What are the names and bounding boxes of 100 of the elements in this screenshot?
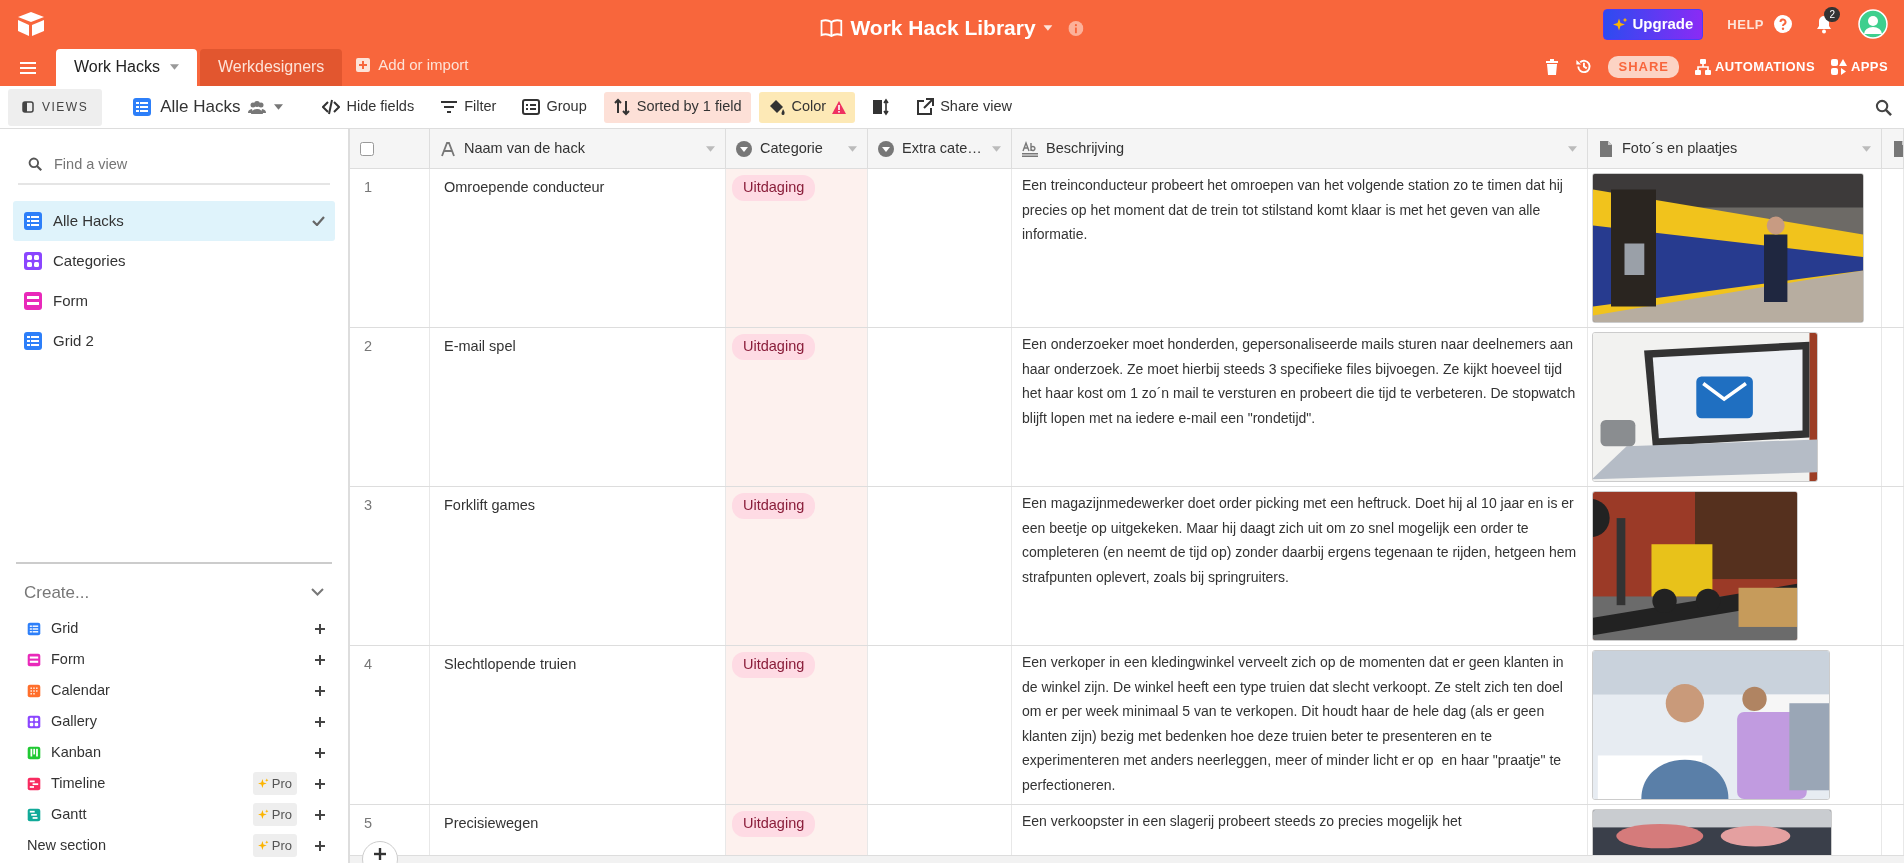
create-item[interactable]: Kanban [0,737,348,768]
checkbox[interactable] [360,141,374,156]
upgrade-button[interactable]: Upgrade [1603,9,1704,40]
column-header[interactable]: Naam van de hack [464,138,585,160]
sort-icon [612,98,631,117]
history-icon[interactable] [1574,58,1593,76]
column-header[interactable]: Extra cate… [902,138,982,160]
avatar-icon[interactable] [1858,9,1888,40]
create-item[interactable]: Grid [0,613,348,644]
file-icon [1598,140,1614,157]
table-tab[interactable]: Work Hacks [56,48,197,86]
plus-icon[interactable] [315,840,325,851]
caret-icon [1862,145,1871,152]
pro-label: Pro [271,774,292,793]
category-tag: Uitdaging [732,493,816,520]
long-text-icon [1022,140,1038,157]
caret-icon [1568,145,1577,152]
category-tag: Uitdaging [732,334,816,361]
create-item[interactable]: Timeline Pro [0,768,348,799]
create-label: Form [51,649,85,669]
caret-icon [706,145,715,152]
create-item[interactable]: Gallery [0,706,348,737]
description-text: Een onderzoeker moet honderden, gepersonaliseerde mails sturen naar deelnemers aan haar onderzoek. Ze moet hierbij steeds 3 specifieke files bijvoegen. Ze kijkt hoeveel tijd het haar kost om 1 zo´n mail te versturen en probeert die tijd te verbeteren. De stopwatch blijft lopen met na iedere e-mail een "rondetijd". [1022,336,1577,426]
sparkle-icon [257,778,269,789]
chevron-down-icon[interactable] [311,588,324,597]
sparkle-icon [257,809,269,820]
category-tag: Uitdaging [732,652,816,679]
plus-icon[interactable] [315,716,325,727]
row-number: 3 [364,497,373,514]
sparkle-icon [257,840,269,851]
plus-icon[interactable] [315,654,325,665]
create-label: Gallery [51,711,97,731]
column-header[interactable]: Beschrijving [1046,138,1125,160]
menu-icon[interactable] [20,61,36,74]
view-item[interactable]: Categories [13,241,335,282]
table-cell: Slechtlopende truien [444,656,577,673]
column-header[interactable]: Categorie [760,138,823,160]
grid-icon [23,331,43,352]
column-header[interactable]: Foto´s en plaatjes [1622,138,1738,160]
share-view-button[interactable]: Share view [907,91,1021,123]
filter-button[interactable]: Filter [431,91,506,123]
row-number: 1 [364,179,373,196]
plus-icon[interactable] [315,809,325,820]
row-height-icon [872,98,891,117]
search-icon [28,157,42,172]
grid-icon [27,621,41,636]
create-heading: Create... [24,581,90,604]
plus-icon[interactable] [315,685,325,696]
list-icon [522,98,541,117]
search-field[interactable]: Find a view [52,152,330,177]
form-icon [27,652,41,667]
view-item[interactable]: Alle Hacks [13,201,335,242]
view-item[interactable]: Form [13,281,335,322]
sort-button[interactable]: Sorted by 1 field [603,91,751,123]
table-cell: Forklift games [444,497,536,514]
create-item[interactable]: Gantt Pro [0,799,348,830]
row-number: 4 [364,656,373,673]
search-icon[interactable] [1875,98,1892,116]
help-icon[interactable] [1774,15,1792,34]
timeline-icon [27,776,41,791]
caret-icon [848,145,857,152]
form-icon [23,291,43,312]
grid-icon [132,97,153,118]
dropdown-icon [736,140,752,157]
create-item[interactable]: Form [0,644,348,675]
description-text: Een verkoopster in een slagerij probeert steeds zo precies mogelijk het [1022,813,1462,830]
view-switcher[interactable]: Alle Hacks [126,93,290,121]
notification-count: 2 [1824,6,1840,22]
caret-icon [274,104,284,111]
gallery-icon [27,714,41,729]
view-item[interactable]: Grid 2 [13,321,335,362]
people-icon [248,100,267,114]
table-cell: Precisiewegen [444,815,539,832]
create-label: Grid [51,618,79,638]
views-button[interactable]: VIEWS [8,88,103,126]
create-label: Kanban [51,742,101,762]
warning-icon [832,100,847,114]
color-button[interactable]: Color [758,91,856,123]
grid-icon [23,211,43,232]
plus-icon[interactable] [315,623,325,634]
plus-icon[interactable] [315,778,325,789]
hide-fields-button[interactable]: Hide fields [313,91,424,123]
sparkle-icon [1613,16,1629,32]
kanban-icon [27,745,41,760]
hierarchy-icon [1695,59,1711,75]
pro-label: Pro [271,805,292,824]
create-label: New section [27,835,106,855]
table-cell: E-mail spel [444,338,516,355]
description-text: Een verkoper in een kledingwinkel verveelt zich op de momenten dat er geen klanten in de winkel zijn. De winkel heeft een type truien dat slecht verkoopt. Ze stelt zich ten doel om er per week minimaal 5 van te verkopen. Dit houdt haar de hele dag (als er geen klanten zijn) bezig met bedenken hoe deze truien beter te presenteren en te experimenteren met anders neerleggen, meer of minder licht er op en haar "praatje" te perfectioneren. [1022,654,1565,793]
trash-icon[interactable] [1546,59,1559,75]
create-item[interactable]: New section Pro [0,830,348,861]
logo-icon [16,11,46,38]
caret-icon [1043,25,1053,31]
description-text: Een magazijnmedewerker doet order picking met een heftruck. Doet hij al 10 jaar en is er een beetje op uitgekeken. Maar hij daagt zich uit om zo snel mogelijk een order te completeren (en neemt de tijd op) zonder daarbij ergens tegenaan te rijden, hetgeen hem strafpunten oplevert, zoals bij springruiters. [1022,495,1578,585]
create-label: Calendar [51,680,110,700]
pro-label: Pro [271,836,292,855]
create-item[interactable]: Calendar [0,675,348,706]
caret-icon [169,64,179,71]
plus-icon[interactable] [315,747,325,758]
group-button[interactable]: Group [513,91,596,123]
